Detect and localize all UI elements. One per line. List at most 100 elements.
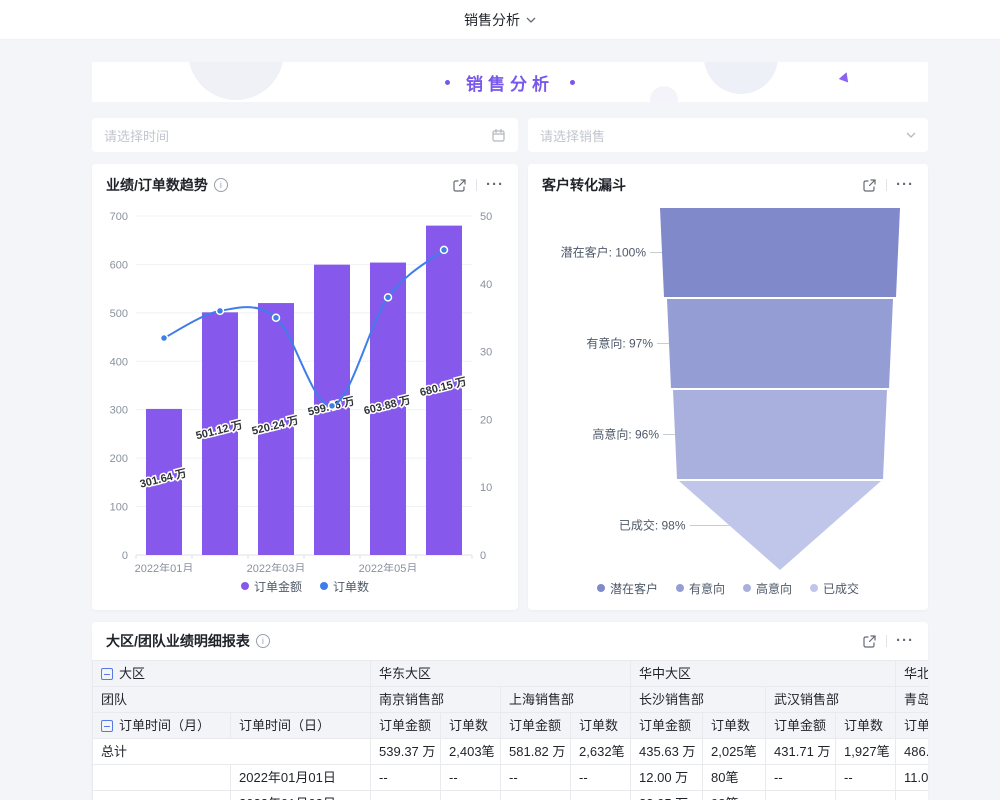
banner-decoration [188,62,284,100]
table-row: 2022年01月02日--------23.05 万98笔------ [93,791,929,800]
legend-item[interactable]: 订单数 [320,578,369,595]
svg-text:30: 30 [480,347,492,359]
cell-text: -- [379,770,388,785]
table-header-cell: 订单数 [441,713,501,739]
filters-row: 请选择时间 请选择销售 [92,118,928,152]
more-menu-icon[interactable] [486,181,504,189]
table-row: 团队南京销售部上海销售部长沙销售部武汉销售部青岛销售部 [93,687,929,713]
legend-label: 订单数 [333,578,369,595]
table-cell: 539.37 万 [371,739,441,765]
cell-text: -- [449,796,458,800]
line-point [161,335,168,342]
table-cell: -- [501,791,571,800]
table-cell: -- [501,765,571,791]
cell-text: 80笔 [711,770,738,785]
trend-chart-card: 业绩/订单数趋势 0100200300400500600700010203040… [92,164,518,610]
table-row: 大区华东大区华中大区 华北大区 [93,661,929,687]
table-header-cell: 大区 [93,661,371,687]
calendar-icon[interactable] [491,128,506,143]
cell-text: 1,927笔 [844,744,890,759]
svg-text:200: 200 [110,453,128,465]
table-cell: -- [441,791,501,800]
legend-item[interactable]: 已成交 [810,580,859,597]
info-icon[interactable] [214,178,228,192]
collapse-icon[interactable] [101,720,113,732]
trend-card-header: 业绩/订单数趋势 [92,164,518,198]
table-header-cell: 上海销售部 [501,687,631,713]
cell-text: 2,025笔 [711,744,757,759]
svg-text:有意向: 97%: 有意向: 97% [586,336,653,351]
legend-item[interactable]: 高意向 [743,580,792,597]
table-header-cell: 青岛销售部 [896,687,928,713]
info-icon[interactable] [256,634,270,648]
table-cell: 2,632笔 [571,739,631,765]
trend-card-actions [452,178,504,193]
chevron-down-icon [906,132,916,138]
line-point [217,307,224,314]
table-header-cell: 长沙销售部 [631,687,766,713]
trend-card-title: 业绩/订单数趋势 [106,175,208,195]
collapse-icon[interactable] [101,668,113,680]
cell-text: 华北大区 [904,666,928,681]
table-row: 2022年01月01日--------12.00 万80笔----11.07 万 [93,765,929,791]
time-select-input[interactable]: 请选择时间 [92,118,518,152]
trend-card-title-wrap: 业绩/订单数趋势 [106,175,228,195]
svg-text:已成交: 98%: 已成交: 98% [619,518,686,533]
legend-dot-icon [597,584,605,592]
svg-text:300: 300 [110,405,128,417]
table-cell: 2,025笔 [703,739,766,765]
legend-item[interactable]: 订单金额 [241,578,302,595]
table-cell: 2,403笔 [441,739,501,765]
table-cell: 80笔 [703,765,766,791]
svg-text:100: 100 [110,502,128,514]
cell-text: -- [774,796,783,800]
page-title-dropdown[interactable]: 销售分析 [464,10,536,30]
table-cell: 98笔 [703,791,766,800]
table-cell: -- [836,765,896,791]
cell-text: 南京销售部 [379,692,444,707]
table-header-cell: 订单金额 [371,713,441,739]
cell-text: 431.71 万 [774,744,830,759]
page-title: 销售分析 [464,10,520,30]
table-header-cell: 华中大区 [631,661,896,687]
table-cell: 486.06 万 [896,739,928,765]
funnel-chart-card: 客户转化漏斗 潜在客户: 100%有意向: 97%高意向: 96%已成交: 98… [528,164,928,610]
table-header-cell: 订单数 [703,713,766,739]
table-header-cell: 订单时间（月） [93,713,231,739]
cell-text: 订单金额 [904,718,928,733]
legend-dot-icon [676,584,684,592]
more-menu-icon[interactable] [896,181,914,189]
sales-select-input[interactable]: 请选择销售 [528,118,928,152]
table-cell: 总计 [93,739,371,765]
export-icon[interactable] [452,178,467,193]
svg-text:高意向: 96%: 高意向: 96% [592,427,659,442]
table-cell: -- [371,791,441,800]
cell-text: 23.05 万 [639,796,688,800]
cell-text: 青岛销售部 [904,692,928,707]
banner-decoration [650,86,678,102]
table-header-cell: 华东大区 [371,661,631,687]
sales-placeholder: 请选择销售 [540,126,605,145]
more-menu-icon[interactable] [896,637,914,645]
svg-text:20: 20 [480,414,492,426]
legend-dot-icon [241,582,249,590]
svg-text:50: 50 [480,211,492,223]
table-card-actions [862,634,914,649]
cell-text: 华中大区 [639,666,691,681]
table-cell: -- [766,791,836,800]
funnel-segment [673,390,887,479]
legend-item[interactable]: 潜在客户 [597,580,658,597]
legend-label: 潜在客户 [610,580,658,597]
funnel-card-title-wrap: 客户转化漏斗 [542,175,626,195]
dashboard-content: 销售分析 请选择时间 请选择销售 业绩/订单数趋势 [92,62,928,800]
cell-text: -- [844,796,853,800]
export-icon[interactable] [862,178,877,193]
trend-legend: 订单金额 订单数 [92,572,518,600]
table-header-cell: 武汉销售部 [766,687,896,713]
legend-item[interactable]: 有意向 [676,580,725,597]
banner-triangle-decoration [839,71,851,83]
table-cell: 431.71 万 [766,739,836,765]
export-icon[interactable] [862,634,877,649]
table-header-cell: 南京销售部 [371,687,501,713]
banner-title: 销售分析 [466,70,554,95]
